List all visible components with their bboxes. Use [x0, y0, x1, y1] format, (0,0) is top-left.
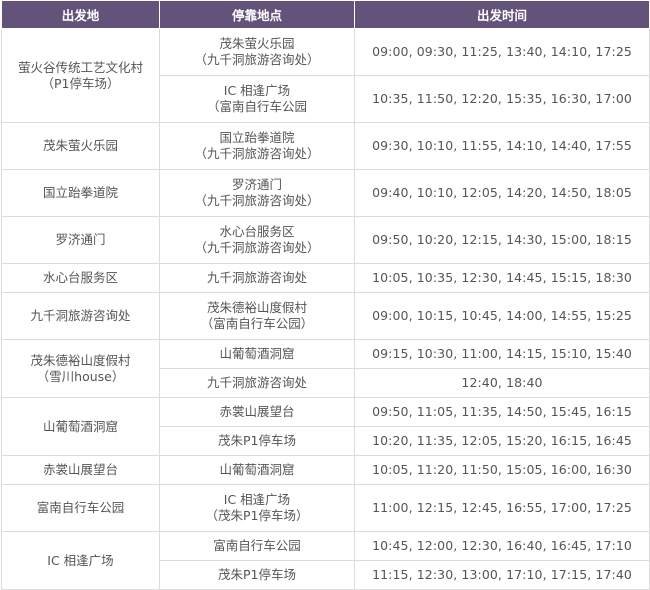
stop-note: （茂朱P1停车场） — [205, 508, 309, 523]
header-origin: 出发地 — [1, 0, 160, 29]
times-cell: 10:05, 10:35, 12:30, 14:45, 15:15, 18:30 — [354, 263, 650, 293]
stop-cell: 富南自行车公园 — [159, 531, 355, 561]
stop-cell: 茂朱萤火乐园 （九千洞旅游咨询处） — [159, 28, 355, 76]
origin-cell: IC 相逢广场 — [1, 531, 160, 590]
times-cell: 09:15, 10:30, 11:00, 14:15, 15:10, 15:40 — [354, 339, 650, 369]
times-cell: 09:40, 10:10, 12:05, 14:20, 14:50, 18:05 — [354, 169, 650, 217]
table-row: 水心台服务区 九千洞旅游咨询处 10:05, 10:35, 12:30, 14:… — [1, 263, 650, 293]
header-departure-time: 出发时间 — [354, 0, 650, 29]
origin-name: 茂朱德裕山度假村 — [30, 352, 131, 368]
stop-cell: 山葡萄酒洞窟 — [159, 455, 355, 485]
stop-name: 茂朱萤火乐园 — [219, 36, 295, 51]
times-cell: 10:05, 11:20, 11:50, 15:05, 16:00, 16:30 — [354, 455, 650, 485]
table-row: 九千洞旅游咨询处 茂朱德裕山度假村 （富南自行车公园） 09:00, 10:15… — [1, 292, 650, 340]
stop-note: （九千洞旅游咨询处） — [194, 240, 320, 255]
origin-cell: 九千洞旅游咨询处 — [1, 292, 160, 340]
stop-name: 罗济通门 — [231, 177, 282, 192]
origin-cell: 罗济通门 — [1, 216, 160, 264]
times-cell: 09:50, 11:05, 11:35, 14:50, 15:45, 16:15 — [354, 397, 650, 427]
stop-name: 国立跆拳道院 — [219, 130, 295, 145]
stop-name: 水心台服务区 — [219, 224, 295, 239]
stop-cell: IC 相逢广场 （茂朱P1停车场） — [159, 484, 355, 532]
stop-note: （富南自行车公园） — [200, 316, 314, 331]
times-cell: 11:15, 12:30, 13:00, 17:10, 17:15, 17:40 — [354, 560, 650, 590]
stop-cell: 茂朱P1停车场 — [159, 426, 355, 456]
shuttle-schedule-table: 出发地 停靠地点 出发时间 萤火谷传统工艺文化村 （P1停车场） 茂朱萤火乐园 … — [1, 0, 650, 590]
stop-name: IC 相逢广场 — [223, 83, 291, 98]
origin-cell: 赤裳山展望台 — [1, 455, 160, 485]
table-row: 萤火谷传统工艺文化村 （P1停车场） 茂朱萤火乐园 （九千洞旅游咨询处） 09:… — [1, 28, 650, 123]
stop-cell: 赤裳山展望台 — [159, 397, 355, 427]
origin-cell: 富南自行车公园 — [1, 484, 160, 532]
stop-name: 茂朱德裕山度假村 — [206, 300, 307, 315]
table-row: 国立跆拳道院 罗济通门 （九千洞旅游咨询处） 09:40, 10:10, 12:… — [1, 169, 650, 217]
table-row: 赤裳山展望台 山葡萄酒洞窟 10:05, 11:20, 11:50, 15:05… — [1, 455, 650, 485]
stop-note: （九千洞旅游咨询处） — [194, 193, 320, 208]
origin-cell: 国立跆拳道院 — [1, 169, 160, 217]
times-cell: 11:00, 12:15, 12:45, 16:55, 17:00, 17:25 — [354, 484, 650, 532]
table-row: 富南自行车公园 IC 相逢广场 （茂朱P1停车场） 11:00, 12:15, … — [1, 484, 650, 532]
times-cell: 09:00, 09:30, 11:25, 13:40, 14:10, 17:25 — [354, 28, 650, 76]
origin-cell: 山葡萄酒洞窟 — [1, 397, 160, 456]
origin-name: 萤火谷传统工艺文化村 — [17, 59, 143, 75]
table-row: 罗济通门 水心台服务区 （九千洞旅游咨询处） 09:50, 10:20, 12:… — [1, 216, 650, 264]
stop-cell: 九千洞旅游咨询处 — [159, 368, 355, 398]
origin-note: （雪川house） — [36, 368, 125, 384]
table-row: 茂朱德裕山度假村 （雪川house） 山葡萄酒洞窟 09:15, 10:30, … — [1, 339, 650, 398]
stop-note: （九千洞旅游咨询处） — [194, 146, 320, 161]
stop-cell: 罗济通门 （九千洞旅游咨询处） — [159, 169, 355, 217]
origin-cell: 水心台服务区 — [1, 263, 160, 293]
stop-cell: 九千洞旅游咨询处 — [159, 263, 355, 293]
stop-note: （富南自行车公园 — [206, 99, 307, 114]
times-cell: 09:30, 10:10, 11:55, 14:10, 14:40, 17:55 — [354, 122, 650, 170]
origin-cell: 茂朱德裕山度假村 （雪川house） — [1, 339, 160, 398]
stop-name: IC 相逢广场 — [223, 492, 291, 507]
times-cell: 10:45, 12:00, 12:30, 16:40, 16:45, 17:10 — [354, 531, 650, 561]
origin-cell: 萤火谷传统工艺文化村 （P1停车场） — [1, 28, 160, 123]
origin-note: （P1停车场） — [41, 75, 120, 91]
times-cell: 10:35, 11:50, 12:20, 15:35, 16:30, 17:00 — [354, 75, 650, 123]
stop-cell: IC 相逢广场 （富南自行车公园 — [159, 75, 355, 123]
times-cell: 12:40, 18:40 — [354, 368, 650, 398]
stop-cell: 国立跆拳道院 （九千洞旅游咨询处） — [159, 122, 355, 170]
times-cell: 10:20, 11:35, 12:05, 15:20, 16:15, 16:45 — [354, 426, 650, 456]
origin-cell: 茂朱萤火乐园 — [1, 122, 160, 170]
stop-cell: 水心台服务区 （九千洞旅游咨询处） — [159, 216, 355, 264]
times-cell: 09:50, 10:20, 12:15, 14:30, 15:00, 18:15 — [354, 216, 650, 264]
stop-cell: 茂朱德裕山度假村 （富南自行车公园） — [159, 292, 355, 340]
stop-cell: 山葡萄酒洞窟 — [159, 339, 355, 369]
header-row: 出发地 停靠地点 出发时间 — [1, 0, 650, 29]
times-cell: 09:00, 10:15, 10:45, 14:00, 14:55, 15:25 — [354, 292, 650, 340]
table-row: IC 相逢广场 富南自行车公园 10:45, 12:00, 12:30, 16:… — [1, 531, 650, 590]
table-row: 山葡萄酒洞窟 赤裳山展望台 09:50, 11:05, 11:35, 14:50… — [1, 397, 650, 456]
header-stop: 停靠地点 — [159, 0, 355, 29]
stop-cell: 茂朱P1停车场 — [159, 560, 355, 590]
table-row: 茂朱萤火乐园 国立跆拳道院 （九千洞旅游咨询处） 09:30, 10:10, 1… — [1, 122, 650, 170]
stop-note: （九千洞旅游咨询处） — [194, 52, 320, 67]
